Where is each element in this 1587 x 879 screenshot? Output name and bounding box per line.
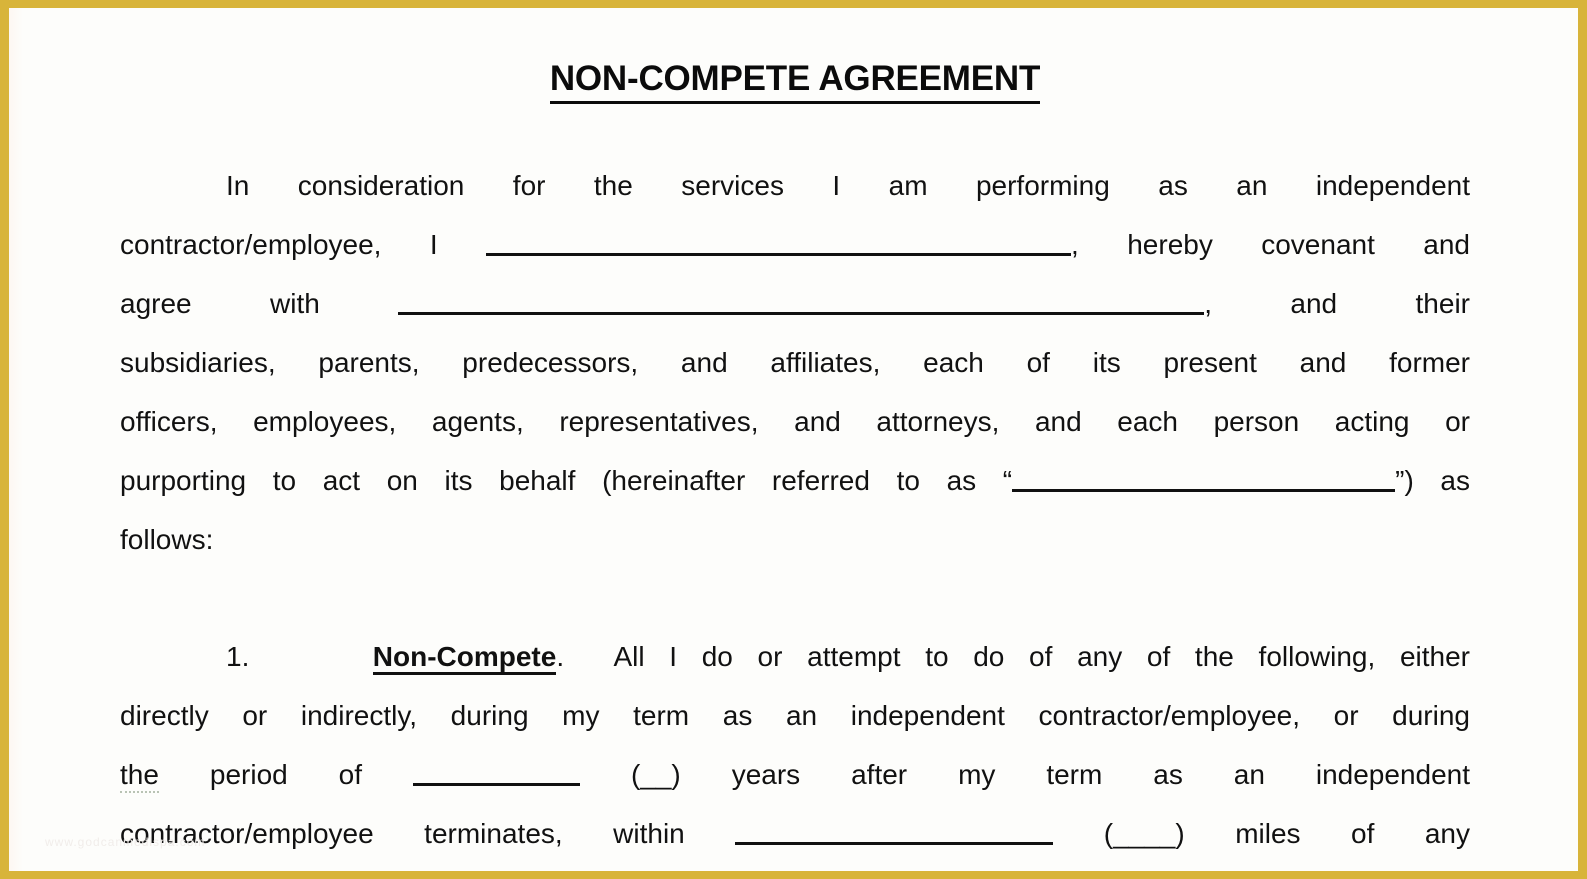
paragraph-preamble-line-7: follows: xyxy=(120,510,1470,569)
document-body: NON-COMPETE AGREEMENT In consideration f… xyxy=(120,8,1470,871)
clause-line-5: business of xyxy=(120,863,1470,872)
page-frame: NON-COMPETE AGREEMENT In consideration f… xyxy=(0,0,1587,879)
clause-line-1: 1. Non-Compete. All I do or attempt to d… xyxy=(120,627,1470,686)
paragraph-preamble-line-2: contractor/employee, I , hereby covenant… xyxy=(120,215,1470,274)
blank-years-numeric[interactable] xyxy=(412,754,580,786)
clause-heading: Non-Compete xyxy=(372,640,557,675)
clause-line-4-suffix: miles of any xyxy=(1235,817,1471,849)
preamble-line-2-suffix: , hereby covenant and xyxy=(1071,228,1470,260)
clause-line-3-word-the: the xyxy=(120,758,159,793)
blank-defined-term[interactable] xyxy=(1012,460,1396,492)
clause-line-3: the period of (__) years after my term a… xyxy=(120,745,1470,804)
clause-line-1-text: All I do or attempt to do of any of the … xyxy=(613,640,1470,672)
clause-line-3-suffix: years after my term as an independent xyxy=(731,758,1471,790)
clause-heading-punctuation: . xyxy=(556,640,565,672)
page-inner: NON-COMPETE AGREEMENT In consideration f… xyxy=(9,8,1578,871)
clause-line-4-prefix: contractor/employee terminates, within xyxy=(120,817,685,849)
blank-years-parenthetical[interactable]: (__) xyxy=(631,759,681,790)
page-title-text: NON-COMPETE AGREEMENT xyxy=(549,59,1040,104)
preamble-line-6-prefix: purporting to act on its behalf (hereina… xyxy=(120,464,1013,496)
blank-miles-parenthetical[interactable]: (____) xyxy=(1104,818,1185,849)
paragraph-preamble-line-5: officers, employees, agents, representat… xyxy=(120,392,1470,451)
clause-line-2: directly or indirectly, during my term a… xyxy=(120,686,1470,745)
preamble-line-4-text: subsidiaries, parents, predecessors, and… xyxy=(120,346,1470,378)
paragraph-preamble-line-1: In consideration for the services I am p… xyxy=(120,156,1470,215)
page-title: NON-COMPETE AGREEMENT xyxy=(120,8,1470,104)
clause-non-compete: 1. Non-Compete. All I do or attempt to d… xyxy=(120,627,1470,872)
clause-number: 1. xyxy=(226,640,250,672)
preamble-line-3-prefix: agree with xyxy=(120,287,320,319)
paragraph-preamble: In consideration for the services I am p… xyxy=(120,156,1470,569)
preamble-line-3-suffix: , and their xyxy=(1204,287,1470,319)
paragraph-preamble-line-4: subsidiaries, parents, predecessors, and… xyxy=(120,333,1470,392)
paragraph-preamble-line-3: agree with , and their xyxy=(120,274,1470,333)
clause-line-2-text: directly or indirectly, during my term a… xyxy=(120,699,1470,731)
preamble-line-7-text: follows: xyxy=(120,523,214,555)
paragraph-preamble-line-6: purporting to act on its behalf (hereina… xyxy=(120,451,1470,510)
blank-miles-numeric[interactable] xyxy=(735,813,1054,845)
preamble-line-2-prefix: contractor/employee, I xyxy=(120,228,438,260)
blank-contractor-name[interactable] xyxy=(486,224,1072,256)
preamble-line-1-text: In consideration for the services I am p… xyxy=(226,169,1470,201)
clause-line-3-prefix: period of xyxy=(209,758,363,790)
clause-line-4: contractor/employee terminates, within (… xyxy=(120,804,1470,863)
blank-company-name[interactable] xyxy=(398,283,1205,315)
document-sheet: NON-COMPETE AGREEMENT In consideration f… xyxy=(9,8,1578,871)
preamble-line-5-text: officers, employees, agents, representat… xyxy=(120,405,1470,437)
preamble-line-6-suffix: ”) as xyxy=(1395,464,1471,496)
